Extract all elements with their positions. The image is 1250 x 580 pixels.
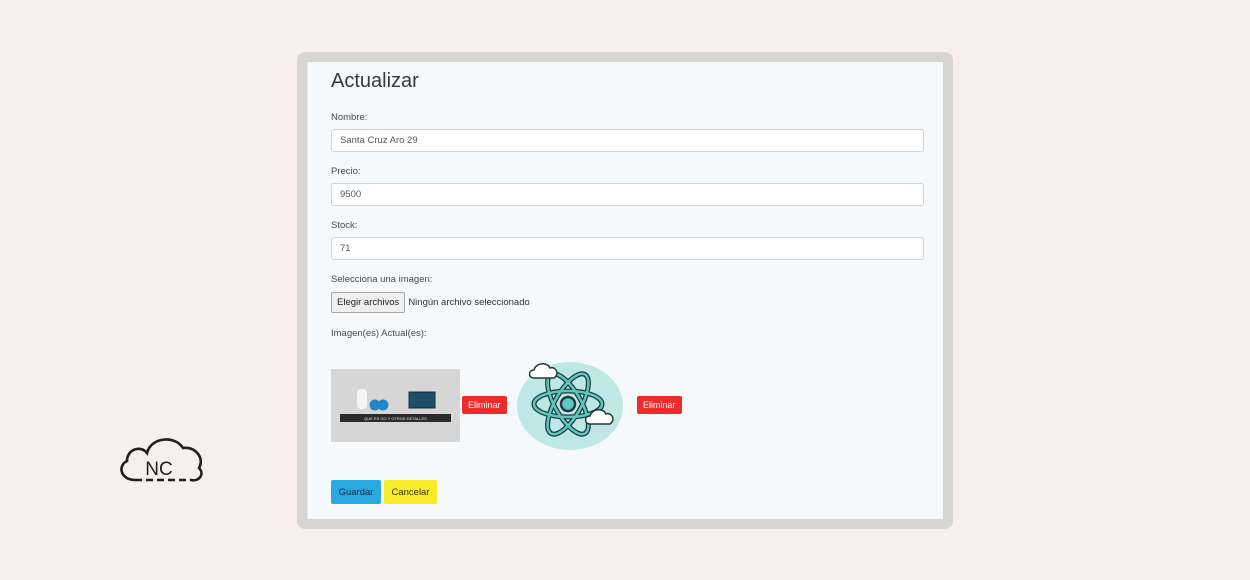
panel-edge	[307, 62, 308, 519]
file-picker: Elegir archivos Ningún archivo seleccion…	[331, 292, 530, 313]
current-images-label: Imagen(es) Actual(es):	[331, 328, 427, 339]
current-image-1: QUE ES GO Y OTROS DETALLES	[331, 369, 460, 442]
stock-label: Stock:	[331, 220, 358, 231]
image-select-label: Selecciona una imagen:	[331, 274, 433, 285]
screenshot-frame: Actualizar Nombre: Precio: Stock: Selecc…	[297, 52, 953, 529]
delete-image-2-button[interactable]: Eliminar	[637, 396, 682, 414]
image-1-caption: QUE ES GO Y OTROS DETALLES	[364, 416, 427, 421]
cancel-button[interactable]: Cancelar	[384, 480, 437, 504]
price-input[interactable]	[331, 183, 924, 206]
name-input[interactable]	[331, 129, 924, 152]
stock-input[interactable]	[331, 237, 924, 260]
save-button[interactable]: Guardar	[331, 480, 381, 504]
delete-image-1-button[interactable]: Eliminar	[462, 396, 507, 414]
name-label: Nombre:	[331, 112, 368, 123]
page-title: Actualizar	[331, 70, 419, 92]
update-form-panel: Actualizar Nombre: Precio: Stock: Selecc…	[307, 62, 943, 519]
file-status: Ningún archivo seleccionado	[408, 297, 530, 308]
choose-files-button[interactable]: Elegir archivos	[331, 292, 406, 313]
current-image-2	[514, 354, 626, 450]
logo-text: NC	[145, 459, 172, 480]
price-label: Precio:	[331, 166, 361, 177]
nc-cloud-logo: NC	[113, 432, 205, 492]
